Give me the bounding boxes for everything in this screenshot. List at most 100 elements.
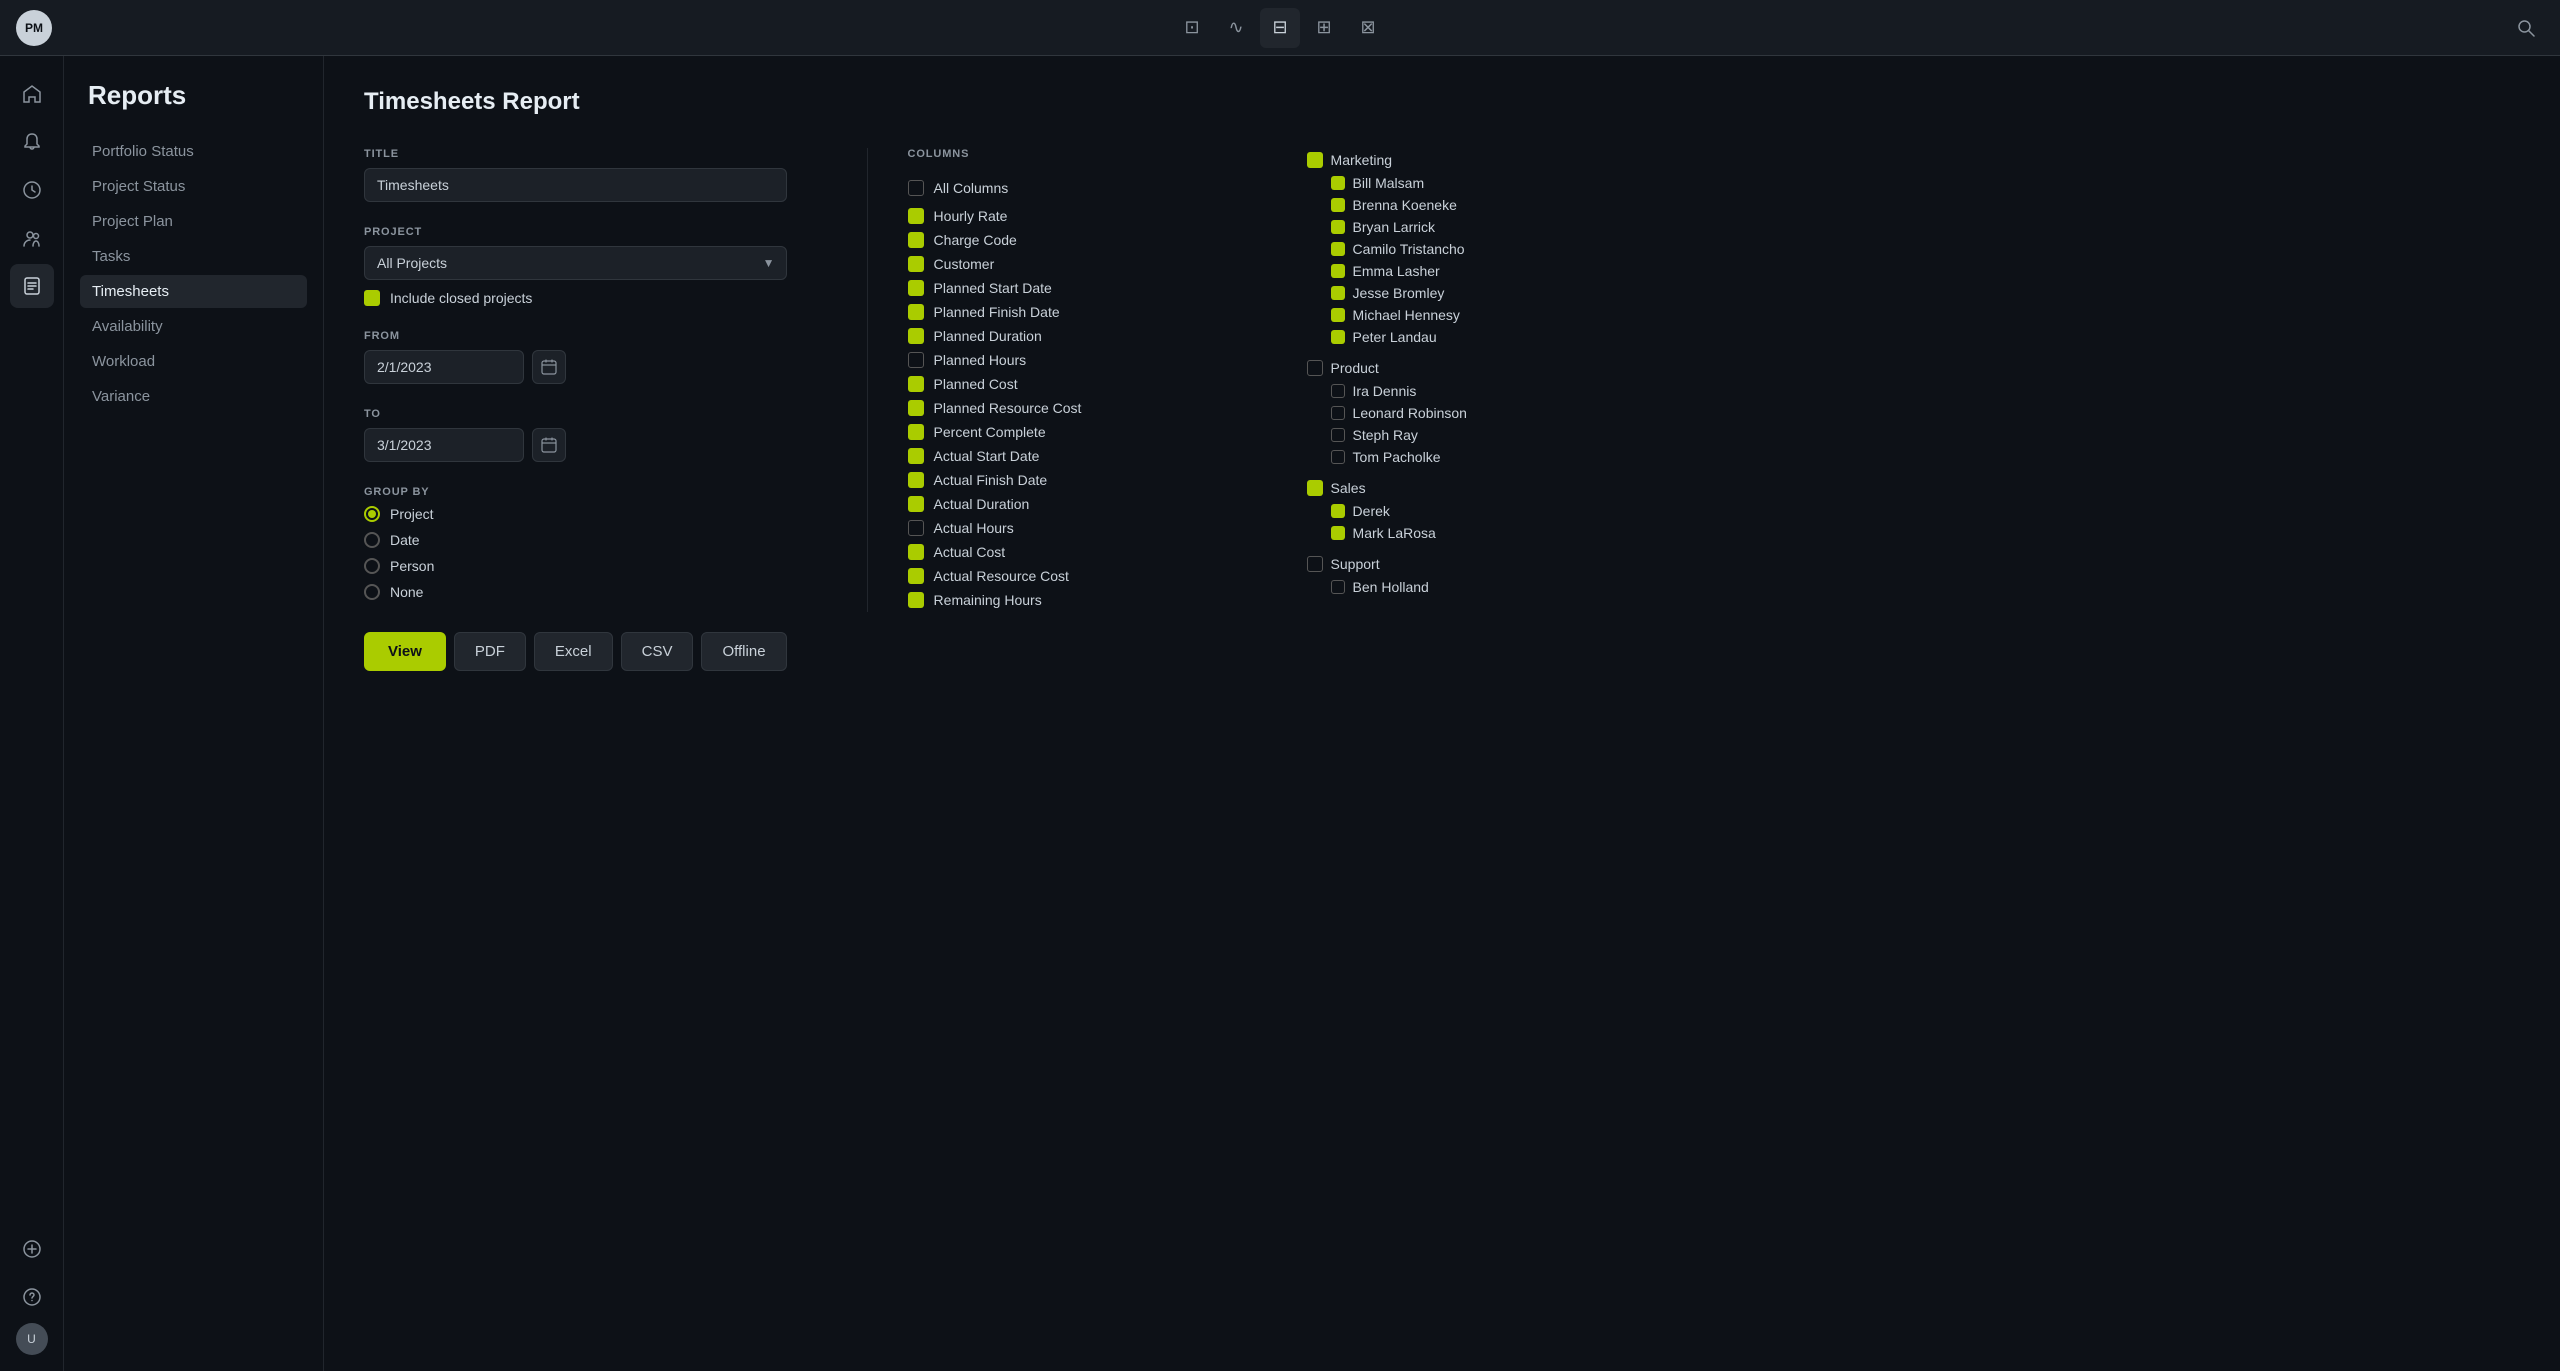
resource-member-ira-dennis[interactable]: Ira Dennis xyxy=(1307,380,1507,402)
resource-member-checkbox[interactable] xyxy=(1331,286,1345,300)
col-checkbox-actual-start-date[interactable] xyxy=(908,448,924,464)
group-by-option-date[interactable]: Date xyxy=(364,532,787,548)
resource-member-leonard-robinson[interactable]: Leonard Robinson xyxy=(1307,402,1507,424)
csv-button[interactable]: CSV xyxy=(621,632,694,671)
sidebar-item-tasks[interactable]: Tasks xyxy=(80,240,307,273)
col-item-planned-start-date[interactable]: Planned Start Date xyxy=(908,276,1187,300)
group-by-option-project[interactable]: Project xyxy=(364,506,787,522)
col-item-remaining-hours[interactable]: Remaining Hours xyxy=(908,588,1187,612)
resource-member-ben-holland[interactable]: Ben Holland xyxy=(1307,576,1507,598)
resource-member-tom-pacholke[interactable]: Tom Pacholke xyxy=(1307,446,1507,468)
include-closed-checkbox[interactable] xyxy=(364,290,380,306)
resource-member-checkbox[interactable] xyxy=(1331,526,1345,540)
sidebar-item-project-status[interactable]: Project Status xyxy=(80,170,307,203)
col-checkbox-planned-resource-cost[interactable] xyxy=(908,400,924,416)
resource-member-checkbox[interactable] xyxy=(1331,504,1345,518)
col-checkbox-remaining-hours[interactable] xyxy=(908,592,924,608)
resource-member-derek[interactable]: Derek xyxy=(1307,500,1507,522)
resource-group-header-marketing[interactable]: Marketing xyxy=(1307,148,1507,172)
col-item-planned-cost[interactable]: Planned Cost xyxy=(908,372,1187,396)
col-item-planned-finish-date[interactable]: Planned Finish Date xyxy=(908,300,1187,324)
resource-member-steph-ray[interactable]: Steph Ray xyxy=(1307,424,1507,446)
col-checkbox-actual-hours[interactable] xyxy=(908,520,924,536)
col-item-actual-cost[interactable]: Actual Cost xyxy=(908,540,1187,564)
col-item-charge-code[interactable]: Charge Code xyxy=(908,228,1187,252)
title-input[interactable] xyxy=(364,168,787,202)
col-checkbox-planned-duration[interactable] xyxy=(908,328,924,344)
col-checkbox-planned-finish-date[interactable] xyxy=(908,304,924,320)
col-item-planned-duration[interactable]: Planned Duration xyxy=(908,324,1187,348)
analytics-icon[interactable]: ∿ xyxy=(1216,8,1256,48)
resource-member-checkbox[interactable] xyxy=(1331,176,1345,190)
sidebar-item-variance[interactable]: Variance xyxy=(80,380,307,413)
resource-group-checkbox-support[interactable] xyxy=(1307,556,1323,572)
radio-none[interactable] xyxy=(364,584,380,600)
from-date-input[interactable] xyxy=(364,350,524,384)
clipboard-icon[interactable]: ⊟ xyxy=(1260,8,1300,48)
resource-member-brenna-koeneke[interactable]: Brenna Koeneke xyxy=(1307,194,1507,216)
from-calendar-button[interactable] xyxy=(532,350,566,384)
resource-member-mark-larosa[interactable]: Mark LaRosa xyxy=(1307,522,1507,544)
resource-group-header-sales[interactable]: Sales xyxy=(1307,476,1507,500)
resource-member-checkbox[interactable] xyxy=(1331,384,1345,398)
col-item-hourly-rate[interactable]: Hourly Rate xyxy=(908,204,1187,228)
resource-member-jesse-bromley[interactable]: Jesse Bromley xyxy=(1307,282,1507,304)
all-columns-checkbox[interactable] xyxy=(908,180,924,196)
col-checkbox-percent-complete[interactable] xyxy=(908,424,924,440)
reports-icon[interactable] xyxy=(10,264,54,308)
resource-member-checkbox[interactable] xyxy=(1331,406,1345,420)
excel-button[interactable]: Excel xyxy=(534,632,613,671)
col-checkbox-hourly-rate[interactable] xyxy=(908,208,924,224)
resource-group-checkbox-sales[interactable] xyxy=(1307,480,1323,496)
col-item-actual-hours[interactable]: Actual Hours xyxy=(908,516,1187,540)
resource-member-emma-lasher[interactable]: Emma Lasher xyxy=(1307,260,1507,282)
resource-member-checkbox[interactable] xyxy=(1331,308,1345,322)
sidebar-item-workload[interactable]: Workload xyxy=(80,345,307,378)
to-calendar-button[interactable] xyxy=(532,428,566,462)
radio-project[interactable] xyxy=(364,506,380,522)
col-checkbox-customer[interactable] xyxy=(908,256,924,272)
project-select[interactable]: All Projects xyxy=(364,246,787,280)
people-icon[interactable] xyxy=(10,216,54,260)
notifications-icon[interactable] xyxy=(10,120,54,164)
col-item-percent-complete[interactable]: Percent Complete xyxy=(908,420,1187,444)
resource-member-peter-landau[interactable]: Peter Landau xyxy=(1307,326,1507,348)
link-icon[interactable]: ⊞ xyxy=(1304,8,1344,48)
resource-member-bryan-larrick[interactable]: Bryan Larrick xyxy=(1307,216,1507,238)
col-checkbox-planned-start-date[interactable] xyxy=(908,280,924,296)
resource-member-bill-malsam[interactable]: Bill Malsam xyxy=(1307,172,1507,194)
col-checkbox-planned-hours[interactable] xyxy=(908,352,924,368)
radio-person[interactable] xyxy=(364,558,380,574)
add-icon[interactable] xyxy=(10,1227,54,1271)
resource-member-michael-hennesy[interactable]: Michael Hennesy xyxy=(1307,304,1507,326)
col-checkbox-actual-duration[interactable] xyxy=(908,496,924,512)
offline-button[interactable]: Offline xyxy=(701,632,786,671)
group-by-option-person[interactable]: Person xyxy=(364,558,787,574)
col-item-customer[interactable]: Customer xyxy=(908,252,1187,276)
col-item-actual-duration[interactable]: Actual Duration xyxy=(908,492,1187,516)
col-checkbox-charge-code[interactable] xyxy=(908,232,924,248)
col-item-actual-resource-cost[interactable]: Actual Resource Cost xyxy=(908,564,1187,588)
pm-logo[interactable]: PM xyxy=(16,10,52,46)
resource-group-header-product[interactable]: Product xyxy=(1307,356,1507,380)
resource-member-checkbox[interactable] xyxy=(1331,580,1345,594)
user-avatar[interactable]: U xyxy=(16,1323,48,1355)
resource-member-checkbox[interactable] xyxy=(1331,264,1345,278)
resource-member-checkbox[interactable] xyxy=(1331,220,1345,234)
radio-date[interactable] xyxy=(364,532,380,548)
group-by-option-none[interactable]: None xyxy=(364,584,787,600)
resource-member-checkbox[interactable] xyxy=(1331,242,1345,256)
col-item-actual-start-date[interactable]: Actual Start Date xyxy=(908,444,1187,468)
resource-group-checkbox-marketing[interactable] xyxy=(1307,152,1323,168)
sidebar-item-portfolio-status[interactable]: Portfolio Status xyxy=(80,135,307,168)
sidebar-item-timesheets[interactable]: Timesheets xyxy=(80,275,307,308)
col-checkbox-planned-cost[interactable] xyxy=(908,376,924,392)
col-item-actual-finish-date[interactable]: Actual Finish Date xyxy=(908,468,1187,492)
sidebar-item-availability[interactable]: Availability xyxy=(80,310,307,343)
resource-member-checkbox[interactable] xyxy=(1331,198,1345,212)
include-closed-row[interactable]: Include closed projects xyxy=(364,290,787,306)
resource-group-header-support[interactable]: Support xyxy=(1307,552,1507,576)
timesheets-icon[interactable] xyxy=(10,168,54,212)
to-date-input[interactable] xyxy=(364,428,524,462)
screenshot-icon[interactable]: ⊡ xyxy=(1172,8,1212,48)
